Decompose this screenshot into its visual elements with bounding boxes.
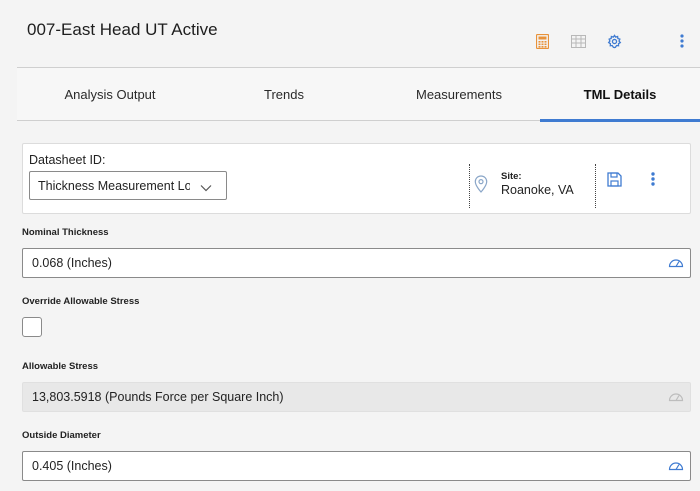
override-allowable-stress-checkbox[interactable] [22, 317, 42, 337]
nominal-thickness-label: Nominal Thickness [22, 227, 109, 238]
gear-icon[interactable] [606, 33, 622, 49]
table-grid-icon[interactable] [570, 33, 586, 49]
datasheet-id-label: Datasheet ID: [29, 153, 106, 167]
outside-diameter-field[interactable]: 0.405 (Inches) [22, 451, 691, 481]
datasheet-id-select[interactable]: Thickness Measurement Location [29, 171, 227, 200]
nominal-thickness-field[interactable]: 0.068 (Inches) [22, 248, 691, 278]
page-title: 007-East Head UT Active [27, 20, 218, 39]
kebab-menu-icon[interactable] [650, 171, 656, 187]
kebab-menu-icon[interactable] [674, 33, 690, 49]
gauge-icon [668, 390, 684, 402]
gauge-icon[interactable] [668, 459, 684, 471]
save-icon[interactable] [607, 172, 622, 187]
tab-tml-details[interactable]: TML Details [540, 68, 700, 122]
allowable-stress-value: 13,803.5918 (Pounds Force per Square Inc… [32, 390, 284, 404]
tab-analysis-output[interactable]: Analysis Output [17, 68, 203, 121]
outside-diameter-value: 0.405 (Inches) [32, 459, 112, 473]
nominal-thickness-value: 0.068 (Inches) [32, 256, 112, 270]
datasheet-id-value: Thickness Measurement Location [38, 178, 190, 193]
outside-diameter-label: Outside Diameter [22, 430, 101, 441]
site-value: Roanoke, VA [501, 183, 574, 197]
allowable-stress-label: Allowable Stress [22, 361, 99, 372]
override-allowable-stress-label: Override Allowable Stress [22, 296, 140, 307]
site-label: Site: [501, 171, 522, 182]
page-header: 007-East Head UT Active [0, 0, 700, 68]
calculator-icon[interactable] [534, 33, 550, 49]
datasheet-card: Datasheet ID: Thickness Measurement Loca… [22, 143, 691, 214]
location-pin-icon [474, 175, 488, 193]
gauge-icon[interactable] [668, 256, 684, 268]
chevron-down-icon [200, 181, 212, 192]
card-divider [595, 164, 596, 208]
tab-trends[interactable]: Trends [203, 68, 365, 121]
tab-bar: Analysis Output Trends Measurements TML … [17, 68, 700, 122]
tab-measurements[interactable]: Measurements [365, 68, 553, 121]
allowable-stress-field: 13,803.5918 (Pounds Force per Square Inc… [22, 382, 691, 412]
card-divider [469, 164, 470, 208]
